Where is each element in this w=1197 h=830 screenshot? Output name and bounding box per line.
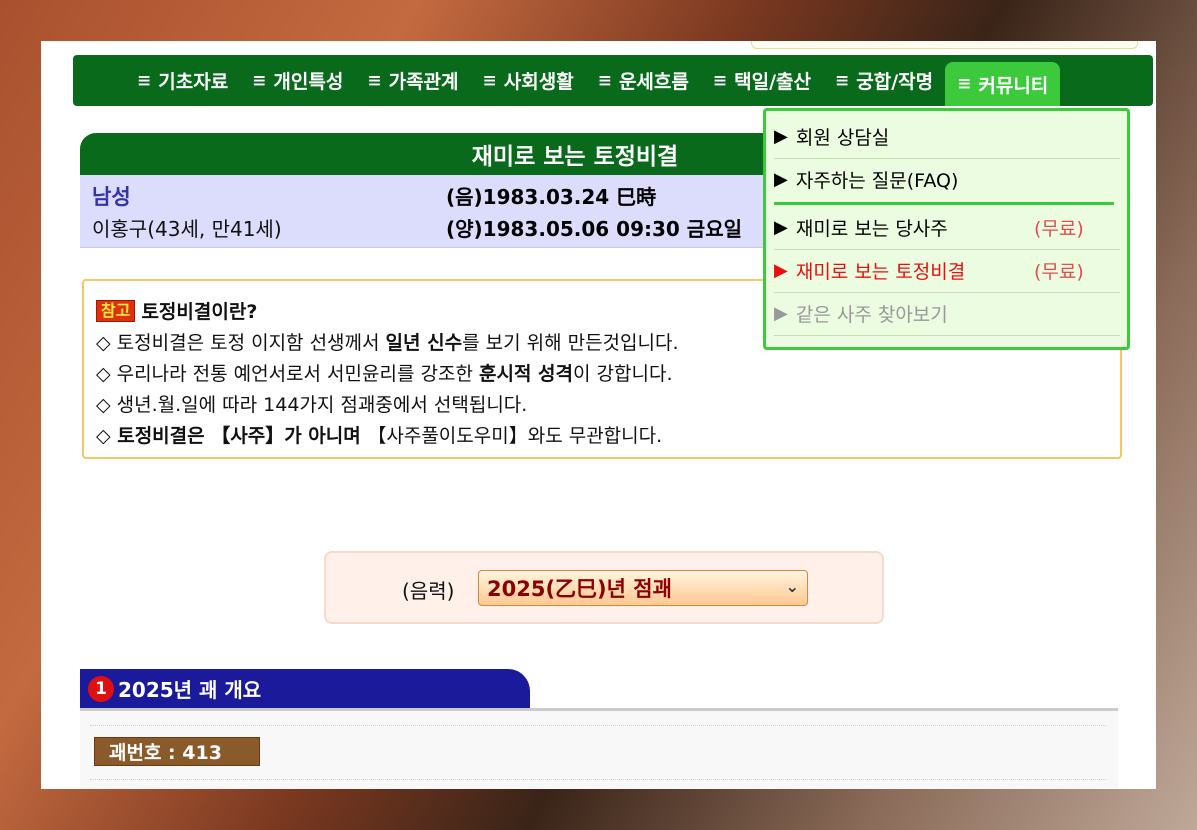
triangle-right-icon: ▶ bbox=[774, 217, 788, 238]
menu-item-counseling[interactable]: ▶ 회원 상담실 bbox=[774, 115, 1120, 159]
menu-icon: ≡ bbox=[482, 70, 497, 91]
top-box bbox=[751, 41, 1138, 49]
page-content: ≡ 기초자료 ≡ 개인특성 ≡ 가족관계 ≡ 사회생활 ≡ 운세흐름 ≡ 택일/출산 ≡ 궁합… bbox=[41, 41, 1156, 789]
menu-item-tojeong[interactable]: ▶ 재미로 보는 토정비결 (무료) bbox=[774, 249, 1120, 293]
section-header: 1 2025년 괘 개요 bbox=[80, 669, 530, 708]
note-line: ◇ 토정비결은 토정 이지함 선생께서 일년 신수를 보기 위해 만든것입니다. bbox=[96, 332, 679, 354]
section-body: 괘번호 : 413 bbox=[80, 711, 1118, 789]
triangle-right-icon: ▶ bbox=[774, 260, 788, 281]
free-label: (무료) bbox=[1034, 218, 1084, 240]
free-label: (무료) bbox=[1034, 261, 1084, 283]
menu-icon: ≡ bbox=[712, 70, 728, 91]
triangle-right-icon: ▶ bbox=[774, 303, 788, 324]
menu-item-faq[interactable]: ▶ 자주하는 질문(FAQ) bbox=[774, 158, 1120, 201]
nav-item-social[interactable]: ≡ 사회생활 bbox=[471, 55, 586, 106]
nav-item-match[interactable]: ≡ 궁합/작명 bbox=[823, 55, 945, 106]
profile-lunar-date: (음)1983.03.24 巳時 bbox=[446, 185, 657, 209]
nav-item-family[interactable]: ≡ 가족관계 bbox=[355, 55, 470, 106]
section-number: 1 bbox=[88, 675, 114, 702]
chevron-down-icon: ⌄ bbox=[785, 577, 799, 596]
profile-name: 이홍구(43세, 만41세) bbox=[92, 217, 282, 241]
profile-solar-date: (양)1983.05.06 09:30 금요일 bbox=[446, 217, 742, 241]
triangle-right-icon: ▶ bbox=[774, 169, 788, 190]
nav-item-basic[interactable]: ≡ 기초자료 bbox=[125, 55, 240, 106]
main-nav: ≡ 기초자료 ≡ 개인특성 ≡ 가족관계 ≡ 사회생활 ≡ 운세흐름 ≡ 택일/출산 ≡ 궁합… bbox=[73, 55, 1153, 106]
dotted-divider bbox=[90, 779, 1106, 780]
reference-badge: 참고 bbox=[96, 300, 136, 322]
calendar-type-label: (음력) bbox=[402, 579, 455, 603]
triangle-right-icon: ▶ bbox=[774, 126, 788, 147]
year-selector-panel: (음력) 2025(乙巳)년 점괘 ⌄ bbox=[324, 551, 884, 624]
profile-gender: 남성 bbox=[92, 185, 131, 209]
year-select[interactable]: 2025(乙巳)년 점괘 ⌄ bbox=[478, 570, 808, 606]
nav-item-community[interactable]: ≡ 커뮤니티 bbox=[945, 62, 1061, 106]
page-title: 재미로 보는 토정비결 bbox=[80, 133, 790, 175]
nav-item-date[interactable]: ≡ 택일/출산 bbox=[701, 55, 823, 106]
gwe-number-badge: 괘번호 : 413 bbox=[94, 737, 260, 766]
note-line: ◇ 토정비결은 【사주】가 아니며 【사주풀이도우미】와도 무관합니다. bbox=[96, 425, 663, 447]
menu-icon: ≡ bbox=[834, 70, 850, 91]
menu-icon: ≡ bbox=[597, 70, 612, 91]
menu-separator bbox=[774, 202, 1114, 205]
menu-icon: ≡ bbox=[367, 70, 382, 91]
note-line: ◇ 생년.월.일에 따라 144가지 점괘중에서 선택됩니다. bbox=[96, 394, 528, 416]
community-dropdown-menu: ▶ 회원 상담실 ▶ 자주하는 질문(FAQ) ▶ 재미로 보는 당사주 (무료… bbox=[763, 108, 1130, 350]
note-line: ◇ 우리나라 전통 예언서로서 서민윤리를 강조한 훈시적 성격이 강합니다. bbox=[96, 363, 673, 385]
section-title: 2025년 괘 개요 bbox=[118, 678, 262, 702]
dotted-divider bbox=[90, 725, 1106, 726]
menu-item-same-saju[interactable]: ▶ 같은 사주 찾아보기 bbox=[774, 292, 1120, 336]
menu-icon: ≡ bbox=[137, 70, 152, 91]
menu-icon: ≡ bbox=[957, 74, 972, 94]
menu-item-dangsaju[interactable]: ▶ 재미로 보는 당사주 (무료) bbox=[774, 206, 1120, 250]
nav-item-fortune[interactable]: ≡ 운세흐름 bbox=[586, 55, 701, 106]
note-title: 토정비결이란? bbox=[141, 301, 258, 323]
nav-item-personal[interactable]: ≡ 개인특성 bbox=[240, 55, 355, 106]
menu-icon: ≡ bbox=[252, 70, 267, 91]
